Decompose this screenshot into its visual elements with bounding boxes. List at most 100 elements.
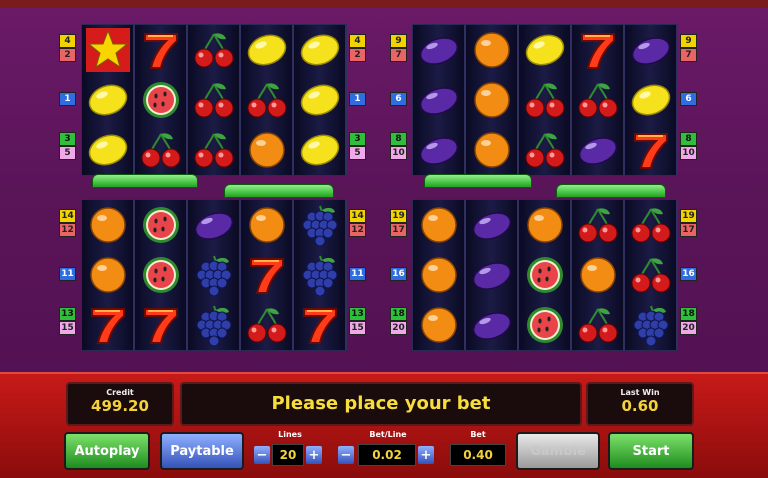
payline-indicator[interactable]: 3 xyxy=(349,132,366,146)
payline-indicator[interactable]: 15 xyxy=(59,321,76,335)
lines-label: Lines xyxy=(278,430,302,439)
orange-icon xyxy=(466,125,517,175)
payline-indicator[interactable]: 10 xyxy=(680,146,697,160)
watermelon-icon xyxy=(135,250,186,300)
bet-line-minus-button[interactable]: − xyxy=(338,446,354,464)
orange-icon xyxy=(413,300,464,350)
payline-indicator[interactable]: 14 xyxy=(349,209,366,223)
paytable-button[interactable]: Paytable xyxy=(160,432,244,470)
payline-indicator[interactable]: 15 xyxy=(349,321,366,335)
plum-icon xyxy=(466,300,517,350)
reel xyxy=(135,200,188,350)
orange-icon xyxy=(413,200,464,250)
gamble-button[interactable]: Gamble xyxy=(516,432,600,470)
payline-indicator[interactable]: 4 xyxy=(59,34,76,48)
payline-indicator[interactable]: 14 xyxy=(59,209,76,223)
payline-indicator[interactable]: 2 xyxy=(349,48,366,62)
payline-indicator[interactable]: 5 xyxy=(349,146,366,160)
reel xyxy=(82,25,135,175)
orange-icon xyxy=(82,250,133,300)
watermelon-icon xyxy=(135,200,186,250)
panel-divider-bar xyxy=(556,184,666,198)
payline-indicator[interactable]: 1 xyxy=(349,92,366,106)
payline-indicator[interactable]: 10 xyxy=(390,146,407,160)
payline-indicator[interactable]: 20 xyxy=(680,321,697,335)
seven-icon xyxy=(294,300,345,350)
seven-icon xyxy=(135,300,186,350)
payline-indicator[interactable]: 7 xyxy=(390,48,407,62)
orange-icon xyxy=(82,200,133,250)
payline-indicator[interactable]: 6 xyxy=(390,92,407,106)
lemon-icon xyxy=(294,75,345,125)
payline-indicator[interactable]: 16 xyxy=(390,267,407,281)
lemon-icon xyxy=(519,25,570,75)
payline-indicator[interactable]: 11 xyxy=(59,267,76,281)
cherry-icon xyxy=(241,75,292,125)
payline-indicator[interactable]: 9 xyxy=(390,34,407,48)
cherry-icon xyxy=(188,25,239,75)
panel-divider-bar xyxy=(424,174,532,188)
payline-indicator[interactable]: 12 xyxy=(59,223,76,237)
payline-indicator[interactable]: 17 xyxy=(390,223,407,237)
payline-indicator[interactable]: 13 xyxy=(349,307,366,321)
lemon-icon xyxy=(241,25,292,75)
control-bar: Credit 499.20 Please place your bet Last… xyxy=(0,372,768,478)
cherry-icon xyxy=(135,125,186,175)
payline-indicator[interactable]: 9 xyxy=(680,34,697,48)
lines-minus-button[interactable]: − xyxy=(254,446,270,464)
payline-indicator[interactable]: 19 xyxy=(680,209,697,223)
payline-indicator[interactable]: 17 xyxy=(680,223,697,237)
reel xyxy=(188,25,241,175)
cherry-icon xyxy=(519,125,570,175)
autoplay-button[interactable]: Autoplay xyxy=(64,432,150,470)
bet-line-label: Bet/Line xyxy=(369,430,407,439)
orange-icon xyxy=(241,200,292,250)
payline-indicator[interactable]: 18 xyxy=(680,307,697,321)
reel xyxy=(625,25,678,175)
lemon-icon xyxy=(82,75,133,125)
cherry-icon xyxy=(572,200,623,250)
lines-value: 20 xyxy=(272,444,304,466)
payline-indicator[interactable]: 1 xyxy=(59,92,76,106)
payline-indicator[interactable]: 6 xyxy=(680,92,697,106)
payline-indicator[interactable]: 3 xyxy=(59,132,76,146)
cherry-icon xyxy=(519,75,570,125)
cherry-icon xyxy=(188,75,239,125)
bet-line-plus-button[interactable]: + xyxy=(418,446,434,464)
reel xyxy=(466,25,519,175)
payline-indicator[interactable]: 13 xyxy=(59,307,76,321)
seven-icon xyxy=(241,250,292,300)
reel xyxy=(519,25,572,175)
reel xyxy=(519,200,572,350)
reel-panel-bottom-left xyxy=(81,199,347,351)
payline-indicator[interactable]: 12 xyxy=(349,223,366,237)
payline-indicator[interactable]: 8 xyxy=(390,132,407,146)
plum-icon xyxy=(572,125,623,175)
bet-line-value: 0.02 xyxy=(358,444,416,466)
payline-indicator[interactable]: 7 xyxy=(680,48,697,62)
payline-indicator[interactable]: 4 xyxy=(349,34,366,48)
reel-panel-top-left xyxy=(81,24,347,176)
cherry-icon xyxy=(572,75,623,125)
lines-plus-button[interactable]: + xyxy=(306,446,322,464)
grape-icon xyxy=(625,300,676,350)
last-win-value: 0.60 xyxy=(621,397,659,415)
payline-indicator[interactable]: 18 xyxy=(390,307,407,321)
panel-divider-bar xyxy=(92,174,198,188)
watermelon-icon xyxy=(519,250,570,300)
payline-indicator[interactable]: 20 xyxy=(390,321,407,335)
payline-indicator[interactable]: 16 xyxy=(680,267,697,281)
start-button[interactable]: Start xyxy=(608,432,694,470)
orange-icon xyxy=(519,200,570,250)
star-icon xyxy=(82,25,133,75)
grape-icon xyxy=(294,250,345,300)
cherry-icon xyxy=(572,300,623,350)
payline-indicator[interactable]: 19 xyxy=(390,209,407,223)
last-win-label: Last Win xyxy=(620,388,660,397)
payline-indicator[interactable]: 11 xyxy=(349,267,366,281)
payline-indicator[interactable]: 2 xyxy=(59,48,76,62)
plum-icon xyxy=(466,250,517,300)
payline-indicator[interactable]: 5 xyxy=(59,146,76,160)
payline-indicator[interactable]: 8 xyxy=(680,132,697,146)
orange-icon xyxy=(466,25,517,75)
